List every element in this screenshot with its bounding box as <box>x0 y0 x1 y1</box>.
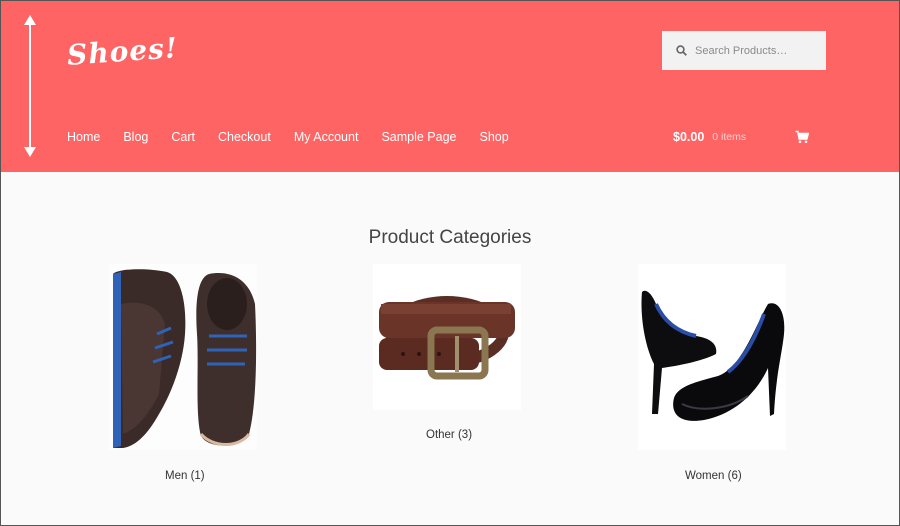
category-count: (3) <box>457 429 473 441</box>
category-label-men[interactable]: Men (1) <box>165 470 205 482</box>
category-name: Women <box>685 470 725 482</box>
nav-item-blog[interactable]: Blog <box>123 130 148 144</box>
cart-amount: $0.00 <box>673 130 705 144</box>
category-image-women[interactable] <box>638 264 786 450</box>
nav-item-my-account[interactable]: My Account <box>294 130 359 144</box>
category-count: (1) <box>190 470 205 482</box>
vertical-resize-arrow-icon <box>24 15 36 157</box>
browser-viewport: Shoes! Home Blog Cart Checkout My Accoun… <box>0 0 900 526</box>
nav-item-checkout[interactable]: Checkout <box>218 130 271 144</box>
primary-navigation: Home Blog Cart Checkout My Account Sampl… <box>67 130 532 144</box>
nav-item-cart[interactable]: Cart <box>171 130 195 144</box>
site-logo[interactable]: Shoes! <box>66 31 179 72</box>
header-cart-link[interactable]: $0.00 0 items <box>673 130 746 144</box>
section-title: Product Categories <box>368 227 532 248</box>
search-input[interactable] <box>695 44 815 57</box>
product-search-box[interactable] <box>662 31 826 70</box>
site-header: Shoes! Home Blog Cart Checkout My Accoun… <box>1 1 899 172</box>
category-image-men[interactable] <box>109 264 257 450</box>
nav-item-home[interactable]: Home <box>67 130 100 144</box>
category-label-women[interactable]: Women (6) <box>685 470 742 482</box>
category-label-other[interactable]: Other (3) <box>426 429 472 441</box>
category-name: Other <box>426 429 455 441</box>
nav-item-sample-page[interactable]: Sample Page <box>381 130 456 144</box>
cart-item-count: 0 items <box>712 131 747 143</box>
category-name: Men <box>165 470 188 482</box>
search-icon <box>676 45 687 56</box>
shopping-cart-icon[interactable] <box>795 130 809 144</box>
category-count: (6) <box>727 470 742 482</box>
nav-item-shop[interactable]: Shop <box>480 130 509 144</box>
category-image-other[interactable] <box>373 264 521 410</box>
